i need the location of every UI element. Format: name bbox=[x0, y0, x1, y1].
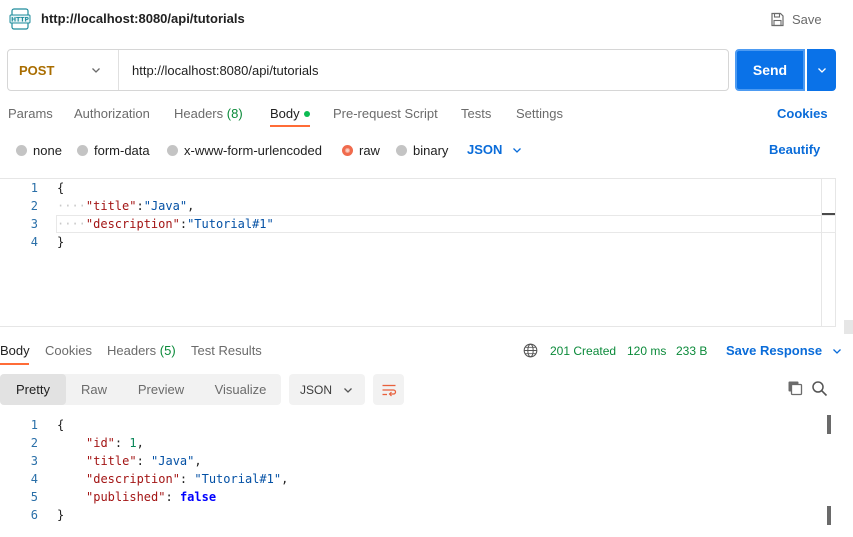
request-title[interactable]: http://localhost:8080/api/tutorials bbox=[41, 11, 245, 26]
radio-label: raw bbox=[359, 142, 380, 158]
chevron-down-icon bbox=[817, 68, 826, 73]
status-code[interactable]: 201 Created bbox=[550, 344, 616, 358]
tab-headers-count: (8) bbox=[226, 106, 243, 121]
view-visualize-button[interactable]: Visualize bbox=[200, 374, 281, 405]
body-type-urlencoded[interactable]: x-www-form-urlencoded bbox=[167, 142, 322, 158]
response-tab-headers-count: (5) bbox=[159, 343, 176, 358]
view-raw-button[interactable]: Raw bbox=[66, 374, 122, 405]
globe-icon[interactable] bbox=[523, 343, 538, 358]
search-icon[interactable] bbox=[811, 380, 828, 397]
code-line: } bbox=[57, 508, 65, 522]
body-type-binary[interactable]: binary bbox=[396, 142, 448, 158]
chevron-down-icon bbox=[344, 387, 352, 393]
scrollbar-thumb[interactable] bbox=[827, 415, 831, 434]
save-response-button[interactable]: Save Response bbox=[726, 343, 843, 358]
code-line: ····"title":"Java", bbox=[57, 199, 195, 213]
beautify-link[interactable]: Beautify bbox=[769, 142, 820, 157]
line-number: 1 bbox=[30, 418, 38, 432]
send-button[interactable]: Send bbox=[735, 49, 805, 91]
body-type-form-data[interactable]: form-data bbox=[77, 142, 150, 158]
radio-unchecked-icon bbox=[77, 144, 88, 156]
scroll-marker bbox=[822, 213, 835, 215]
response-tab-headers-label: Headers bbox=[107, 343, 157, 358]
modified-dot bbox=[303, 110, 310, 117]
response-tab-body[interactable]: Body bbox=[0, 343, 30, 358]
svg-text:HTTP: HTTP bbox=[11, 17, 29, 24]
radio-label: form-data bbox=[94, 142, 150, 158]
tab-settings[interactable]: Settings bbox=[516, 106, 563, 121]
view-pretty-button[interactable]: Pretty bbox=[0, 374, 66, 405]
radio-unchecked-icon bbox=[396, 144, 407, 156]
code-line: { bbox=[57, 181, 65, 195]
line-number: 3 bbox=[30, 454, 38, 468]
code-line: "description": "Tutorial#1", bbox=[86, 472, 289, 486]
copy-icon[interactable] bbox=[787, 380, 803, 396]
format-label: JSON bbox=[300, 382, 333, 397]
code-line: { bbox=[57, 418, 65, 432]
wrap-lines-icon bbox=[382, 384, 396, 396]
tab-headers[interactable]: Headers (8) bbox=[174, 106, 243, 121]
body-type-none[interactable]: none bbox=[16, 142, 62, 158]
code-line: ····"description":"Tutorial#1" bbox=[57, 217, 274, 231]
line-number: 1 bbox=[30, 181, 38, 195]
response-time[interactable]: 120 ms bbox=[627, 344, 666, 358]
resize-handle[interactable] bbox=[844, 320, 853, 334]
line-number: 2 bbox=[30, 199, 38, 213]
radio-label: x-www-form-urlencoded bbox=[184, 142, 322, 158]
response-format-select[interactable]: JSON bbox=[289, 374, 365, 405]
chevron-down-icon bbox=[92, 68, 100, 73]
save-button[interactable]: Save bbox=[770, 9, 822, 29]
tab-prerequest-script[interactable]: Pre-request Script bbox=[333, 106, 438, 121]
method-label: POST bbox=[19, 62, 55, 78]
radio-unchecked-icon bbox=[167, 144, 178, 156]
body-language-select[interactable]: JSON bbox=[467, 142, 523, 157]
line-number: 2 bbox=[30, 436, 38, 450]
line-number: 5 bbox=[30, 490, 38, 504]
body-type-raw[interactable]: raw bbox=[342, 142, 380, 158]
radio-label: none bbox=[33, 142, 62, 158]
chevron-down-icon bbox=[513, 147, 522, 153]
code-line: } bbox=[57, 235, 65, 249]
tab-body-label: Body bbox=[270, 106, 300, 121]
line-number: 6 bbox=[30, 508, 38, 522]
line-number: 4 bbox=[30, 235, 38, 249]
cookies-link[interactable]: Cookies bbox=[777, 106, 828, 121]
url-input[interactable] bbox=[119, 50, 727, 90]
tab-body[interactable]: Body bbox=[270, 106, 310, 121]
tab-tests[interactable]: Tests bbox=[461, 106, 491, 121]
editor-scrollbar[interactable] bbox=[821, 179, 822, 326]
http-file-icon: HTTP bbox=[9, 8, 31, 30]
tab-authorization[interactable]: Authorization bbox=[74, 106, 150, 121]
response-size[interactable]: 233 B bbox=[676, 344, 707, 358]
save-response-label: Save Response bbox=[726, 343, 823, 358]
tab-headers-label: Headers bbox=[174, 106, 224, 121]
response-tab-headers[interactable]: Headers (5) bbox=[107, 343, 176, 358]
code-line: "published": false bbox=[86, 490, 217, 504]
save-label: Save bbox=[792, 11, 822, 27]
radio-checked-icon bbox=[342, 144, 353, 156]
scrollbar-thumb[interactable] bbox=[827, 506, 831, 525]
code-line: "id": 1, bbox=[86, 436, 144, 450]
response-tab-cookies[interactable]: Cookies bbox=[45, 343, 92, 358]
tab-params[interactable]: Params bbox=[8, 106, 53, 121]
method-select[interactable]: POST bbox=[8, 50, 118, 90]
radio-label: binary bbox=[413, 142, 449, 158]
active-tab-indicator bbox=[0, 363, 29, 365]
wrap-lines-button[interactable] bbox=[373, 374, 404, 405]
radio-unchecked-icon bbox=[16, 144, 27, 156]
line-number: 3 bbox=[30, 217, 38, 231]
line-number: 4 bbox=[30, 472, 38, 486]
code-line: "title": "Java", bbox=[86, 454, 202, 468]
save-icon bbox=[771, 12, 784, 26]
send-options-button[interactable] bbox=[807, 49, 836, 91]
chevron-down-icon bbox=[833, 348, 842, 354]
active-tab-indicator bbox=[270, 125, 310, 127]
view-preview-button[interactable]: Preview bbox=[122, 374, 200, 405]
language-label: JSON bbox=[467, 142, 503, 157]
response-tab-test-results[interactable]: Test Results bbox=[191, 343, 262, 358]
